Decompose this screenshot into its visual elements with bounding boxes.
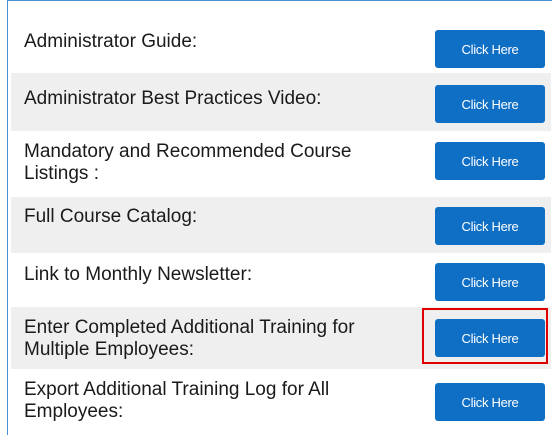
enter-additional-training-click-here-button[interactable]: Click Here (435, 319, 545, 357)
row-label: Link to Monthly Newsletter: (24, 264, 253, 285)
administrator-guide-click-here-button[interactable]: Click Here (435, 30, 545, 68)
resource-links-panel: Administrator Guide: Click Here Administ… (7, 0, 552, 435)
row-label: Administrator Guide: (24, 31, 198, 52)
monthly-newsletter-click-here-button[interactable]: Click Here (435, 263, 545, 301)
resource-row-full-course-catalog: Full Course Catalog: Click Here (11, 197, 551, 253)
full-course-catalog-click-here-button[interactable]: Click Here (435, 207, 545, 245)
resource-row-best-practices-video: Administrator Best Practices Video: Clic… (11, 73, 551, 131)
resource-row-monthly-newsletter: Link to Monthly Newsletter: Click Here (11, 253, 551, 307)
row-label: Mandatory and Recommended Course Listing… (24, 141, 352, 184)
best-practices-video-click-here-button[interactable]: Click Here (435, 85, 545, 123)
row-label: Full Course Catalog: (24, 206, 198, 227)
row-label: Enter Completed Additional Training for … (24, 317, 355, 360)
resource-row-administrator-guide: Administrator Guide: Click Here (11, 15, 551, 73)
row-label: Administrator Best Practices Video: (24, 88, 322, 109)
export-training-log-click-here-button[interactable]: Click Here (435, 383, 545, 421)
row-label: Export Additional Training Log for All E… (24, 379, 330, 422)
resource-row-export-training-log: Export Additional Training Log for All E… (11, 369, 551, 435)
resource-row-mandatory-course-listings: Mandatory and Recommended Course Listing… (11, 131, 551, 197)
resource-row-enter-additional-training: Enter Completed Additional Training for … (11, 307, 551, 369)
mandatory-course-listings-click-here-button[interactable]: Click Here (435, 142, 545, 180)
